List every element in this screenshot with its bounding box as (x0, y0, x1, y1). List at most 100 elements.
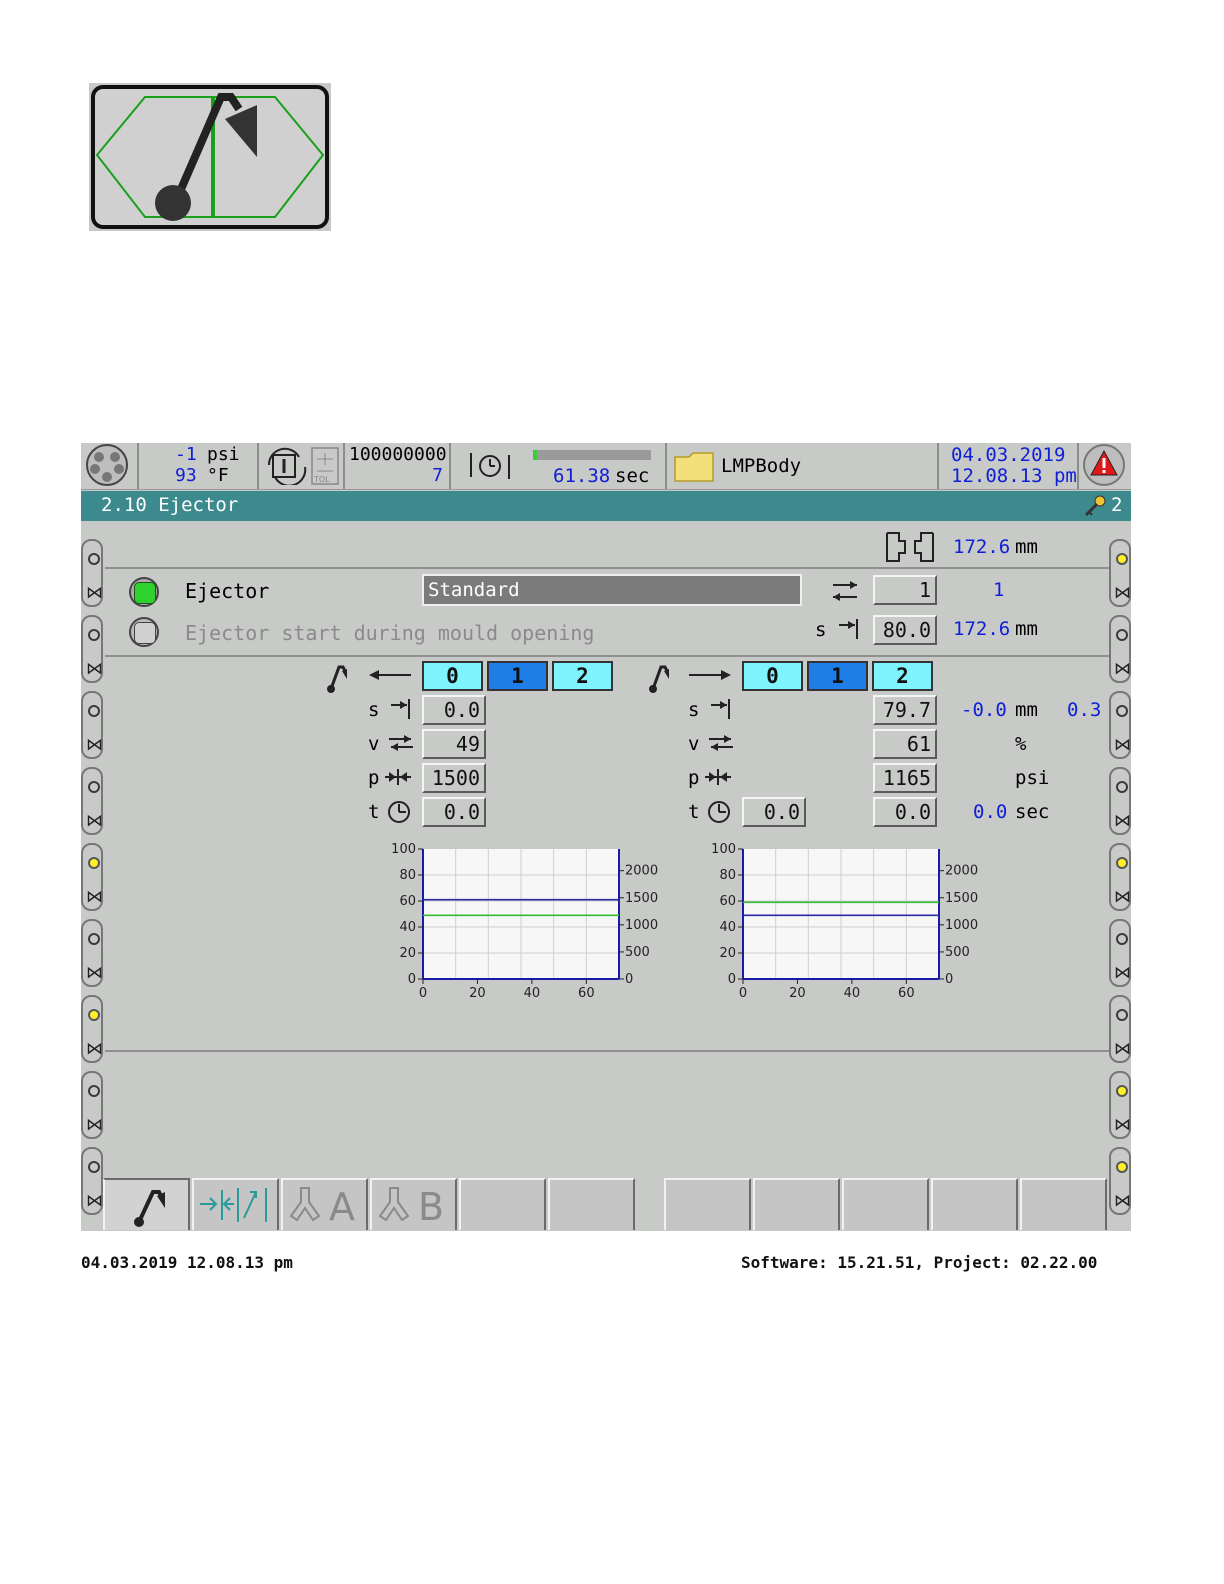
y-tick-label: 20 (399, 946, 416, 961)
ejector-start-toggle[interactable] (129, 617, 159, 647)
x-tick-label: 0 (739, 986, 747, 1001)
side-button[interactable]: ⋈ (81, 1071, 103, 1139)
cycle-progress-fill (533, 450, 537, 460)
pressure-temp-display: -1 psi 93 °F (139, 443, 259, 489)
bowtie-icon: ⋈ (86, 659, 103, 679)
counter-current: 7 (432, 465, 443, 486)
cycle-time-value: 61.38 (553, 465, 611, 487)
ejector-count-actual: 1 (993, 579, 1005, 601)
ejector-mode-select[interactable]: Standard (422, 574, 802, 606)
y2-tick-label: 1500 (625, 891, 658, 906)
cycle-mode-icon[interactable] (265, 447, 309, 485)
temp-unit: °F (207, 465, 229, 486)
bw-stage-0-button[interactable]: 0 (422, 661, 483, 691)
tab-core-pull[interactable] (192, 1178, 279, 1230)
side-button[interactable]: ⋈ (1109, 1147, 1131, 1215)
side-button[interactable]: ⋈ (1109, 767, 1131, 835)
machine-status-icon[interactable] (81, 443, 139, 489)
x-tick-label: 20 (469, 986, 486, 1001)
y-tick-label: 80 (399, 868, 416, 883)
bowtie-icon: ⋈ (86, 1191, 103, 1211)
stroke-actual-unit: mm (1015, 699, 1038, 721)
side-button[interactable]: ⋈ (81, 995, 103, 1063)
time-actual: 0.0 (973, 801, 1008, 823)
bw-pressure-input[interactable]: 1500 (422, 763, 486, 793)
divider (105, 655, 1109, 657)
side-button[interactable]: ⋈ (1109, 539, 1131, 607)
side-button[interactable]: ⋈ (1109, 1071, 1131, 1139)
tab-empty[interactable] (842, 1178, 929, 1230)
fw-stroke-input[interactable]: 79.7 (873, 695, 937, 725)
ejector-start-label: Ejector start during mould opening (185, 621, 595, 645)
bw-stage-2-button[interactable]: 2 (552, 661, 613, 691)
bw-time-input[interactable]: 0.0 (422, 797, 486, 827)
status-bar: -1 psi 93 °F TOL 100000000 7 61.38 sec L… (81, 443, 1131, 490)
mode-icons: TOL (259, 443, 345, 489)
fw-speed-input[interactable]: 61 (873, 729, 937, 759)
bw-t-label: t (368, 801, 380, 823)
fw-stage-0-button[interactable]: 0 (742, 661, 803, 691)
core-pull-tab-icon (200, 1188, 267, 1222)
stroke-end-icon (711, 699, 730, 719)
tab-empty[interactable] (1020, 1178, 1107, 1230)
divider (105, 1050, 1109, 1052)
hmi-screen: -1 psi 93 °F TOL 100000000 7 61.38 sec L… (81, 443, 1131, 1231)
side-button[interactable]: ⋈ (81, 919, 103, 987)
side-button[interactable]: ⋈ (81, 843, 103, 911)
tolerance-icon[interactable]: TOL (311, 447, 339, 485)
tab-ejector-a[interactable]: A (281, 1178, 368, 1230)
bowtie-icon: ⋈ (86, 735, 103, 755)
fw-stage-1-button[interactable]: 1 (807, 661, 868, 691)
key-icon (1084, 495, 1106, 517)
bw-speed-input[interactable]: 49 (422, 729, 486, 759)
side-button[interactable]: ⋈ (81, 615, 103, 683)
tab-ejector[interactable] (103, 1178, 190, 1230)
tab-empty[interactable] (931, 1178, 1018, 1230)
x-tick-label: 40 (524, 986, 541, 1001)
ejector-count-input[interactable]: 1 (873, 575, 937, 605)
datetime-display: 04.03.2019 12.08.13 pm (939, 443, 1079, 489)
indicator-led-icon (88, 1009, 100, 1021)
mould-data-display[interactable]: LMPBody (667, 443, 939, 489)
fw-stage-2-button[interactable]: 2 (872, 661, 933, 691)
tab-ejector-b[interactable]: B (370, 1178, 457, 1230)
side-button[interactable]: ⋈ (1109, 843, 1131, 911)
divider (105, 567, 1109, 569)
indicator-led-icon (1116, 1085, 1128, 1097)
side-button[interactable]: ⋈ (81, 1147, 103, 1215)
x-tick-label: 60 (578, 986, 595, 1001)
side-button[interactable]: ⋈ (81, 691, 103, 759)
speed-icon (709, 735, 733, 751)
side-button[interactable]: ⋈ (1109, 919, 1131, 987)
cycle-clock-icon (470, 453, 510, 479)
fw-delay-time-input[interactable]: 0.0 (742, 797, 806, 827)
bw-stage-1-button[interactable]: 1 (487, 661, 548, 691)
side-button[interactable]: ⋈ (1109, 615, 1131, 683)
bw-p-label: p (368, 767, 380, 789)
fw-time-input[interactable]: 0.0 (873, 797, 937, 827)
folder-icon (674, 452, 714, 482)
bw-stroke-input[interactable]: 0.0 (422, 695, 486, 725)
alarm-button[interactable] (1079, 443, 1131, 489)
tab-empty[interactable] (459, 1178, 546, 1230)
side-button[interactable]: ⋈ (81, 767, 103, 835)
side-button[interactable]: ⋈ (1109, 691, 1131, 759)
tab-empty[interactable] (753, 1178, 840, 1230)
side-button[interactable]: ⋈ (1109, 995, 1131, 1063)
side-button[interactable]: ⋈ (81, 539, 103, 607)
indicator-led-icon (88, 781, 100, 793)
start-position-actual: 172.6 (953, 618, 1011, 640)
ejector-enable-toggle[interactable] (129, 577, 159, 607)
fw-pressure-input[interactable]: 1165 (873, 763, 937, 793)
start-position-input[interactable]: 80.0 (873, 615, 937, 645)
shot-counter[interactable]: 100000000 7 (345, 443, 451, 489)
y-tick-label: 100 (711, 842, 736, 857)
indicator-led-icon (88, 933, 100, 945)
ejector-mode-value: Standard (428, 579, 520, 601)
arrow-right-icon (689, 670, 731, 680)
tab-empty[interactable] (664, 1178, 751, 1230)
ejector-count-icon (833, 581, 857, 601)
tab-empty[interactable] (548, 1178, 635, 1230)
indicator-led-icon (88, 629, 100, 641)
y2-tick-label: 2000 (945, 864, 978, 879)
